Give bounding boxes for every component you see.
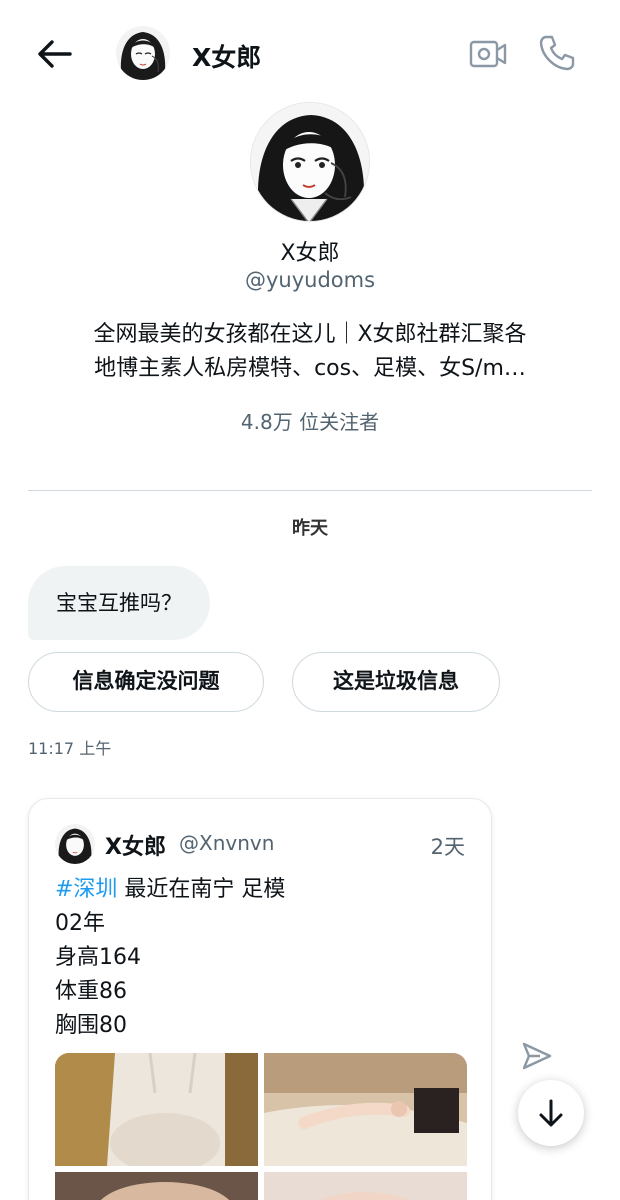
tweet-text: #深圳 最近在南宁 足模 02年 身高164 体重86 胸围80 [55, 873, 285, 1043]
mark-safe-button[interactable]: 信息确定没问题 [28, 652, 264, 712]
tweet-media-image[interactable] [55, 1053, 258, 1166]
arrow-left-icon [38, 40, 72, 68]
scroll-to-bottom-button[interactable] [518, 1080, 584, 1146]
tweet-text-line: 02年 [55, 911, 105, 936]
tweet-text-line: 身高164 [55, 945, 141, 970]
tweet-hashtag[interactable]: #深圳 [55, 877, 117, 902]
tweet-author-avatar [55, 824, 95, 864]
tweet-media-grid [55, 1053, 467, 1200]
profile-name[interactable]: X女郎 [0, 235, 620, 267]
share-button[interactable] [518, 1038, 554, 1074]
profile-avatar[interactable] [250, 102, 370, 222]
tweet-text-line: 最近在南宁 足模 [117, 877, 286, 902]
tweet-text-line: 胸围80 [55, 1013, 127, 1038]
send-icon [522, 1042, 552, 1070]
conversation-header: X女郎 [0, 0, 620, 108]
header-avatar[interactable] [116, 26, 170, 80]
tweet-media-image[interactable] [264, 1172, 467, 1200]
tweet-author-handle: @Xnvnvn [179, 831, 275, 855]
profile-followers: 4.8万 位关注者 [240, 410, 380, 434]
phone-icon [539, 35, 575, 71]
message-timestamp: 11:17 上午 [28, 739, 112, 758]
quoted-tweet-card[interactable]: X女郎 @Xnvnvn 2天 #深圳 最近在南宁 足模 02年 身高164 体重… [28, 798, 492, 1200]
profile-bio: 全网最美的女孩都在这儿｜X女郎社群汇聚各 地博主素人私房模特、cos、足模、女S… [50, 318, 570, 386]
back-button[interactable] [34, 36, 74, 72]
header-title[interactable]: X女郎 [192, 38, 261, 74]
video-call-icon [469, 40, 507, 68]
tweet-text-line: 体重86 [55, 979, 127, 1004]
profile-bio-line: 地博主素人私房模特、cos、足模、女S/m… [94, 356, 526, 381]
tweet-time: 2天 [430, 835, 465, 859]
date-separator: 昨天 [292, 518, 328, 539]
arrow-down-icon [539, 1099, 563, 1127]
tweet-author-name: X女郎 [105, 835, 166, 860]
profile-handle[interactable]: @yuyudoms [0, 268, 620, 292]
message-bubble[interactable]: 宝宝互推吗？ [28, 566, 210, 640]
report-spam-button[interactable]: 这是垃圾信息 [292, 652, 500, 712]
tweet-media-image[interactable] [55, 1172, 258, 1200]
profile-bio-line: 全网最美的女孩都在这儿｜X女郎社群汇聚各 [93, 322, 527, 347]
video-call-button[interactable] [468, 34, 508, 74]
tweet-media-image[interactable] [264, 1053, 467, 1166]
voice-call-button[interactable] [536, 32, 578, 74]
divider [28, 490, 592, 491]
